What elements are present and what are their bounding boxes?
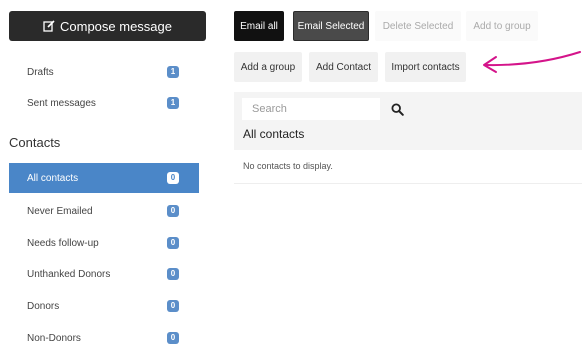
sidebar-item-drafts[interactable]: Drafts 1	[9, 57, 199, 87]
add-to-group-button[interactable]: Add to group	[466, 11, 538, 41]
sidebar-item-label: Sent messages	[27, 97, 96, 109]
empty-state-message: No contacts to display.	[243, 161, 333, 171]
add-a-group-button[interactable]: Add a group	[234, 52, 302, 82]
email-all-button[interactable]: Email all	[234, 11, 284, 41]
search-input[interactable]	[242, 98, 380, 120]
sidebar-item-unthanked-donors[interactable]: Unthanked Donors 0	[9, 259, 199, 289]
count-badge: 0	[167, 332, 179, 344]
email-selected-button[interactable]: Email Selected	[293, 11, 369, 41]
count-badge: 1	[167, 66, 179, 78]
sidebar-item-needs-follow-up[interactable]: Needs follow-up 0	[9, 228, 199, 258]
compose-message-label: Compose message	[60, 18, 172, 34]
count-badge: 0	[167, 300, 179, 312]
sidebar-item-all-contacts[interactable]: All contacts 0	[9, 163, 199, 193]
sidebar-item-label: Donors	[27, 300, 60, 312]
count-badge: 0	[167, 205, 179, 217]
sidebar-item-label: Needs follow-up	[27, 237, 99, 249]
sidebar-item-non-donors[interactable]: Non-Donors 0	[9, 323, 199, 353]
contacts-heading: Contacts	[9, 135, 61, 150]
divider	[234, 183, 582, 184]
search-icon	[390, 102, 404, 116]
edit-icon	[43, 20, 55, 32]
count-badge: 0	[167, 172, 179, 184]
sidebar-item-label: All contacts	[27, 172, 79, 184]
sidebar-item-label: Non-Donors	[27, 332, 81, 344]
sidebar-item-never-emailed[interactable]: Never Emailed 0	[9, 196, 199, 226]
add-contact-button[interactable]: Add Contact	[309, 52, 378, 82]
count-badge: 1	[167, 97, 179, 109]
compose-message-button[interactable]: Compose message	[9, 11, 206, 41]
count-badge: 0	[167, 237, 179, 249]
annotation-arrow-icon	[483, 51, 581, 73]
sidebar-item-sent-messages[interactable]: Sent messages 1	[9, 88, 199, 118]
sidebar-item-label: Drafts	[27, 66, 54, 78]
sidebar-item-donors[interactable]: Donors 0	[9, 291, 199, 321]
delete-selected-button[interactable]: Delete Selected	[375, 11, 461, 41]
import-contacts-button[interactable]: Import contacts	[385, 52, 466, 82]
sidebar-item-label: Unthanked Donors	[27, 268, 111, 280]
sidebar-item-label: Never Emailed	[27, 205, 93, 217]
search-button[interactable]	[384, 98, 410, 120]
list-title: All contacts	[243, 127, 305, 141]
count-badge: 0	[167, 268, 179, 280]
